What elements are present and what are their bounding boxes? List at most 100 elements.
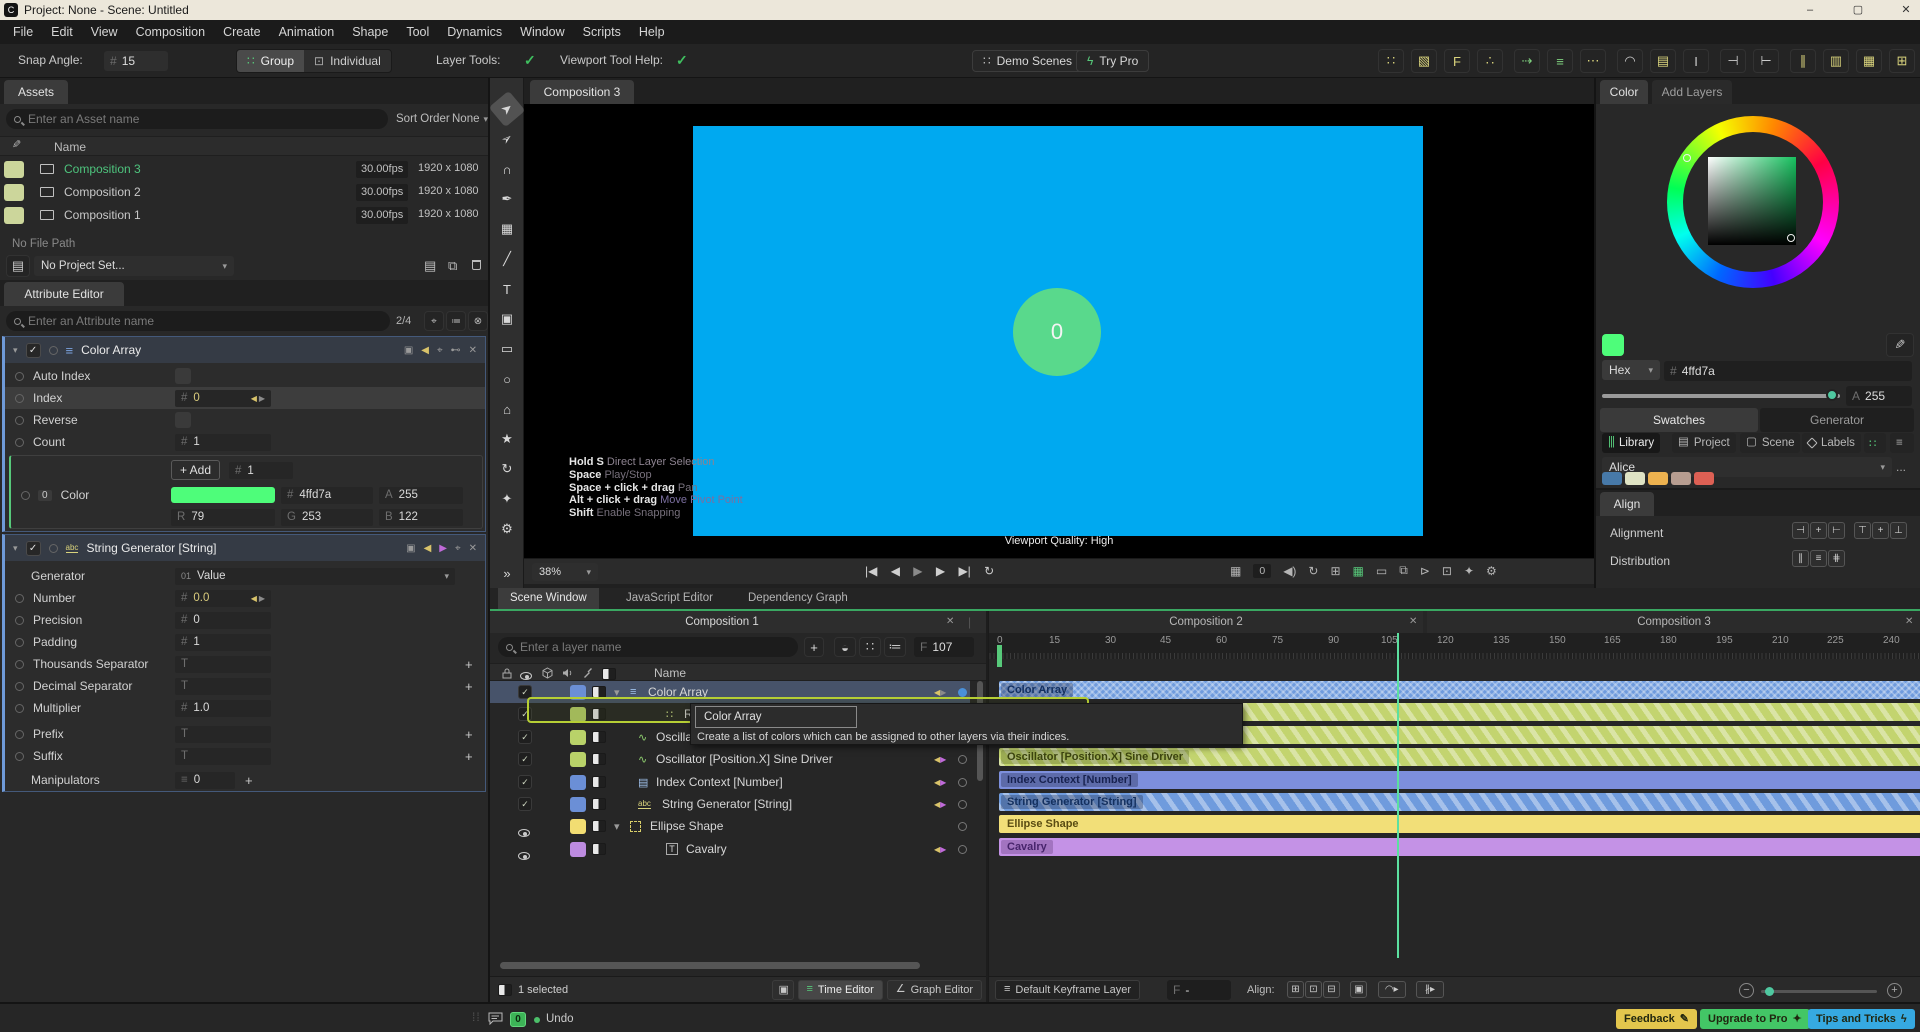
list-icon[interactable]: ≡ bbox=[1547, 49, 1573, 73]
grid-toggle-icon[interactable]: ⊞ bbox=[1330, 564, 1340, 578]
solo-radio[interactable] bbox=[958, 821, 967, 831]
enabled-checkbox[interactable]: ✓ bbox=[518, 752, 532, 766]
layer-swatch[interactable] bbox=[570, 774, 586, 790]
project-icon[interactable]: ▤ bbox=[6, 255, 30, 277]
link-icon[interactable]: ⊷ bbox=[451, 345, 461, 356]
distribute-h-icon[interactable]: ∥ bbox=[1792, 550, 1809, 567]
minimize-button[interactable]: – bbox=[1790, 0, 1830, 20]
cube-icon[interactable]: ▧ bbox=[1411, 49, 1437, 73]
overlay-icon[interactable]: ✦ bbox=[1464, 564, 1474, 578]
add-count-field[interactable]: # 1 bbox=[229, 462, 293, 479]
clip-icon[interactable] bbox=[592, 843, 606, 855]
align-keys-left-icon[interactable]: ⊞ bbox=[1287, 981, 1304, 998]
keyframe-dot[interactable] bbox=[15, 615, 24, 625]
zoom-attributes-icon[interactable]: ⌖ bbox=[424, 311, 444, 331]
manipulators-field[interactable]: ≡ 0 bbox=[175, 771, 235, 789]
keyframe-dot[interactable] bbox=[15, 751, 24, 761]
tab-generator[interactable]: Generator bbox=[1760, 408, 1914, 432]
chevron-down-icon[interactable]: ▾ bbox=[614, 820, 620, 833]
keyframe-dot[interactable] bbox=[15, 393, 24, 403]
panel-mode-icon[interactable]: ▣ bbox=[771, 979, 794, 1000]
sparkle-tool[interactable]: ✦ bbox=[494, 486, 520, 512]
tab-scene-window[interactable]: Scene Window bbox=[498, 588, 599, 609]
graph-editor-button[interactable]: ∠ Graph Editor bbox=[886, 979, 982, 1000]
color-preview-swatch[interactable] bbox=[1602, 334, 1624, 356]
chat-icon[interactable] bbox=[488, 1012, 503, 1025]
tab-javascript-editor[interactable]: JavaScript Editor bbox=[614, 588, 725, 609]
number-field[interactable]: # 0.0 ◀ ▶ bbox=[175, 589, 271, 607]
motion-path-icon[interactable]: ⇢ bbox=[1514, 49, 1540, 73]
scene-source-button[interactable]: ▢ Scene bbox=[1740, 433, 1801, 453]
chevron-down-icon[interactable]: ▾ bbox=[13, 345, 18, 356]
saturation-marker[interactable] bbox=[1787, 234, 1795, 242]
layer-swatch[interactable] bbox=[570, 818, 586, 834]
ellipsis-icon[interactable]: ⋯ bbox=[1580, 49, 1606, 73]
menu-dynamics[interactable]: Dynamics bbox=[438, 20, 511, 44]
asset-name[interactable]: Composition 2 bbox=[64, 185, 141, 199]
clip-icon[interactable] bbox=[592, 753, 606, 765]
list-settings-icon[interactable]: ≔ bbox=[884, 637, 906, 657]
trash-icon[interactable] bbox=[472, 260, 481, 270]
tab-composition-3[interactable]: Composition 3 ✕ bbox=[1427, 611, 1920, 633]
name-header[interactable]: Name bbox=[654, 666, 686, 680]
keyframe-dot[interactable] bbox=[15, 437, 24, 447]
keyframe-dot[interactable] bbox=[15, 729, 24, 739]
tab-add-layers[interactable]: Add Layers bbox=[1652, 80, 1732, 104]
polygon-tool[interactable]: ⌂ bbox=[494, 396, 520, 422]
group-toggle[interactable]: ∷ Group bbox=[237, 50, 304, 72]
columns-icon[interactable]: ∥ bbox=[1790, 49, 1816, 73]
ease-icon[interactable]: ◠▸ bbox=[1377, 981, 1406, 998]
menu-animation[interactable]: Animation bbox=[270, 20, 344, 44]
frame-icon[interactable]: ▤ bbox=[1650, 49, 1676, 73]
asset-swatch[interactable] bbox=[4, 184, 24, 201]
palette-more-button[interactable]: ... bbox=[1896, 460, 1906, 474]
menu-shape[interactable]: Shape bbox=[343, 20, 397, 44]
state-icon[interactable]: ▣ bbox=[404, 345, 413, 356]
solo-radio[interactable] bbox=[958, 687, 967, 697]
eyedropper-icon[interactable]: ✎ bbox=[1886, 333, 1914, 357]
align-right-icon[interactable]: ⊢ bbox=[1828, 522, 1845, 539]
sort-order-dropdown[interactable]: None ▾ bbox=[452, 113, 488, 125]
solo-radio[interactable] bbox=[958, 754, 967, 764]
prev-keyframe-icon[interactable]: ◀ bbox=[251, 594, 257, 603]
tips-button[interactable]: Tips and Tricks ϟ bbox=[1808, 1009, 1915, 1029]
keyframe-dot[interactable] bbox=[15, 637, 24, 647]
layer-name[interactable]: Oscillator [Position.X] Sine Driver bbox=[656, 752, 833, 766]
windows-icon[interactable]: ⧉ bbox=[448, 259, 457, 272]
tab-assets[interactable]: Assets bbox=[4, 80, 68, 104]
timeline-frame-field[interactable]: F - bbox=[1167, 980, 1231, 1000]
align-left-icon[interactable]: ⊣ bbox=[1720, 49, 1746, 73]
arc-tool[interactable]: ↻ bbox=[494, 456, 520, 482]
panels-icon[interactable]: ⊞ bbox=[1889, 49, 1915, 73]
menu-window[interactable]: Window bbox=[511, 20, 573, 44]
time-editor-button[interactable]: ≡ Time Editor bbox=[797, 979, 883, 1000]
solo-radio[interactable] bbox=[958, 799, 967, 809]
close-section-icon[interactable]: ✕ bbox=[469, 543, 477, 554]
thousands-separator-field[interactable]: T bbox=[175, 655, 271, 673]
clip-icon[interactable] bbox=[592, 731, 606, 743]
pen-tool[interactable]: ✒ bbox=[494, 186, 520, 212]
swatch-chip[interactable] bbox=[1602, 472, 1622, 485]
font-icon[interactable]: F bbox=[1444, 49, 1470, 73]
asset-row[interactable]: Composition 1 30.00fps 1920 x 1080 bbox=[0, 204, 488, 227]
menu-scripts[interactable]: Scripts bbox=[574, 20, 630, 44]
prev-frame-button[interactable]: ◀ bbox=[891, 564, 900, 578]
close-button[interactable]: ✕ bbox=[1886, 0, 1920, 20]
in-point-marker[interactable] bbox=[997, 645, 1002, 667]
close-tab-icon[interactable]: ✕ bbox=[1905, 611, 1913, 633]
tab-composition-3[interactable]: Composition 3 bbox=[530, 80, 634, 104]
audio-icon[interactable]: ◀) bbox=[1283, 564, 1296, 578]
keyframe-dot[interactable] bbox=[15, 593, 24, 603]
tab-dependency-graph[interactable]: Dependency Graph bbox=[736, 588, 860, 609]
zoom-dropdown[interactable]: 38% ▾ bbox=[532, 563, 598, 581]
solo-radio[interactable] bbox=[48, 543, 58, 553]
distribute-grid-icon[interactable]: ⋕ bbox=[1828, 550, 1845, 567]
reverse-checkbox[interactable] bbox=[175, 412, 191, 428]
distribute-v-icon[interactable]: ≡ bbox=[1810, 550, 1827, 567]
play-button[interactable]: ▶ bbox=[936, 564, 945, 578]
layer-name[interactable]: Ellipse Shape bbox=[650, 819, 723, 833]
scatter-icon[interactable]: ∴ bbox=[1477, 49, 1503, 73]
asset-swatch[interactable] bbox=[4, 161, 24, 178]
next-keyframe-icon[interactable]: ▶ bbox=[940, 800, 946, 809]
grid-dots-icon[interactable]: ∷ bbox=[1378, 49, 1404, 73]
